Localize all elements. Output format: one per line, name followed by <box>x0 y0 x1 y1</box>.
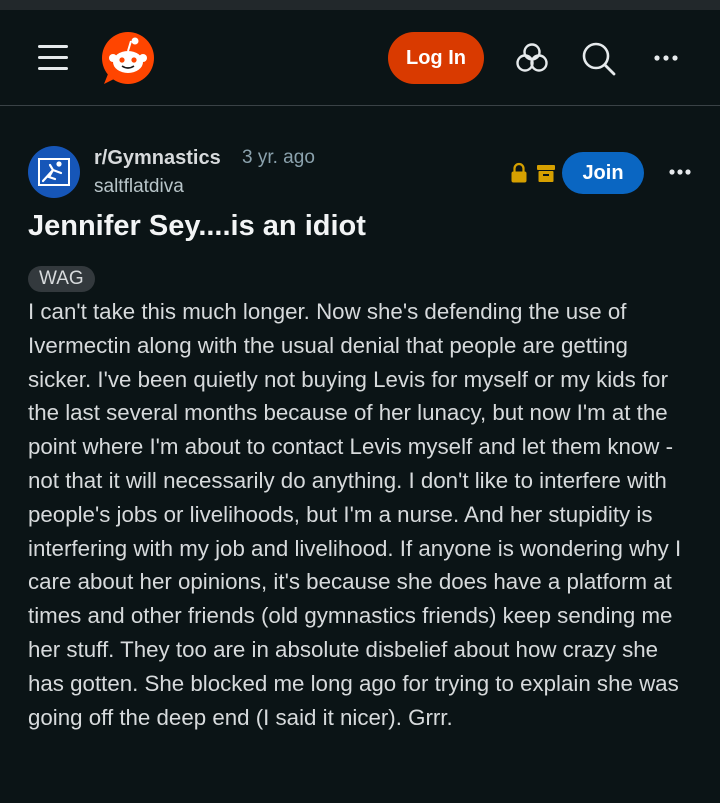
gymnast-logo-icon <box>38 158 70 186</box>
advertise-icon[interactable] <box>512 38 552 78</box>
post-body: I can't take this much longer. Now she's… <box>28 299 682 730</box>
hamburger-menu-icon[interactable] <box>34 43 72 71</box>
lock-icon <box>511 162 527 183</box>
more-horizontal-icon[interactable] <box>646 38 686 78</box>
post-author[interactable]: saltflatdiva <box>94 176 184 198</box>
search-icon[interactable] <box>578 38 618 78</box>
subreddit-avatar[interactable] <box>28 146 80 198</box>
status-strip <box>0 0 720 10</box>
post-title[interactable]: Jennifer Sey....is an idiot <box>28 210 366 243</box>
archive-icon <box>537 165 555 182</box>
app-header: Log In <box>0 10 720 106</box>
post-flair[interactable]: WAG <box>28 266 95 292</box>
join-button[interactable]: Join <box>562 152 644 194</box>
login-button[interactable]: Log In <box>388 32 484 84</box>
post-age: 3 yr. ago <box>242 147 315 168</box>
reddit-logo-icon[interactable] <box>100 30 156 86</box>
post-more-icon[interactable] <box>666 158 694 186</box>
subreddit-name[interactable]: r/Gymnastics <box>94 147 221 170</box>
